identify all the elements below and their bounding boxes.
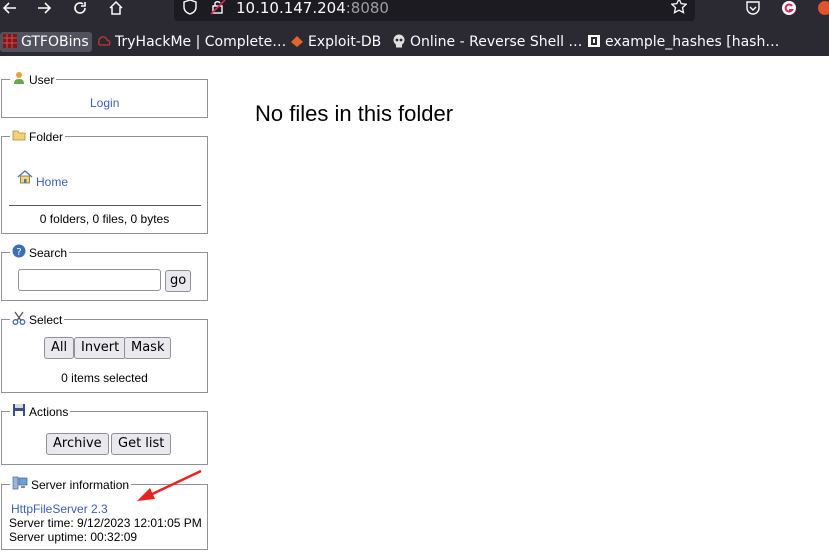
user-panel: User Login [1, 71, 208, 118]
get-list-button[interactable]: Get list [111, 433, 172, 455]
reload-icon[interactable] [72, 0, 88, 20]
folder-legend: Folder [10, 128, 66, 144]
server-info-legend: Server information [10, 476, 132, 492]
server-uptime: Server uptime: 00:32:09 [9, 530, 138, 544]
folder-summary: 0 folders, 0 files, 0 bytes [39, 212, 170, 226]
select-all-button[interactable]: All [44, 337, 75, 359]
browser-toolbar: 10.10.147.204:8080 [0, 0, 829, 28]
empty-folder-message: No files in this folder [255, 101, 454, 126]
bookmark-exploit-db[interactable]: Exploit-DB [290, 32, 381, 52]
annotation-arrow [137, 469, 202, 501]
home-link[interactable]: Home [36, 175, 68, 189]
bookmark-tryhackme[interactable]: TryHackMe | Complete… [97, 32, 286, 52]
user-icon [12, 71, 26, 85]
server-computer-icon [12, 476, 28, 490]
extension-g-icon[interactable] [781, 0, 797, 20]
selection-status: 0 items selected [61, 371, 148, 385]
insecure-lock-icon[interactable] [210, 0, 226, 19]
tryhackme-icon [97, 34, 111, 48]
forward-arrow-icon[interactable] [36, 0, 52, 20]
folder-panel: Folder Home 0 folders, 0 files, 0 bytes [1, 128, 208, 234]
folder-divider [9, 205, 201, 206]
hfs-version-link[interactable]: HttpFileServer 2.3 [11, 502, 108, 516]
server-time: Server time: 9/12/2023 12:01:05 PM [9, 516, 202, 530]
select-legend: Select [10, 311, 65, 327]
home-icon[interactable] [108, 0, 124, 20]
gtfobins-icon [3, 34, 17, 48]
url-bar[interactable]: 10.10.147.204:8080 [174, 0, 695, 21]
bookmark-gtfobins[interactable]: GTFOBins [0, 32, 92, 52]
actions-panel: Actions Archive Get list [1, 403, 208, 465]
pocket-icon[interactable] [745, 0, 761, 20]
actions-legend: Actions [10, 403, 71, 419]
bookmark-reverse-shell[interactable]: Online - Reverse Shell … [392, 32, 582, 52]
svg-text:?: ? [16, 247, 21, 258]
select-panel: Select All Invert Mask 0 items selected [1, 311, 208, 393]
search-panel: ? Search go [1, 244, 208, 301]
bookmark-example-hashes[interactable]: example_hashes [hash… [587, 32, 779, 52]
folder-icon [12, 128, 26, 142]
select-invert-button[interactable]: Invert [74, 337, 127, 359]
help-icon: ? [12, 244, 26, 258]
user-legend: User [10, 71, 57, 87]
search-go-button[interactable]: go [165, 270, 192, 292]
search-legend: ? Search [10, 244, 70, 260]
floppy-disk-icon [12, 403, 26, 417]
select-mask-button[interactable]: Mask [124, 337, 172, 359]
shield-icon[interactable] [183, 0, 197, 19]
archive-button[interactable]: Archive [46, 433, 109, 455]
hashcat-icon [587, 34, 601, 48]
extension-fox-icon[interactable] [817, 0, 829, 20]
login-link[interactable]: Login [90, 96, 119, 110]
search-input[interactable] [18, 269, 161, 291]
skull-icon [392, 34, 406, 48]
url-text[interactable]: 10.10.147.204:8080 [236, 0, 389, 17]
home-folder-icon [17, 170, 33, 187]
back-arrow-icon[interactable] [2, 0, 18, 20]
scissors-icon [12, 311, 26, 325]
star-icon[interactable] [670, 0, 688, 18]
exploit-db-icon [290, 34, 304, 48]
bookmarks-bar: GTFOBins TryHackMe | Complete… Exploit-D… [0, 28, 829, 56]
